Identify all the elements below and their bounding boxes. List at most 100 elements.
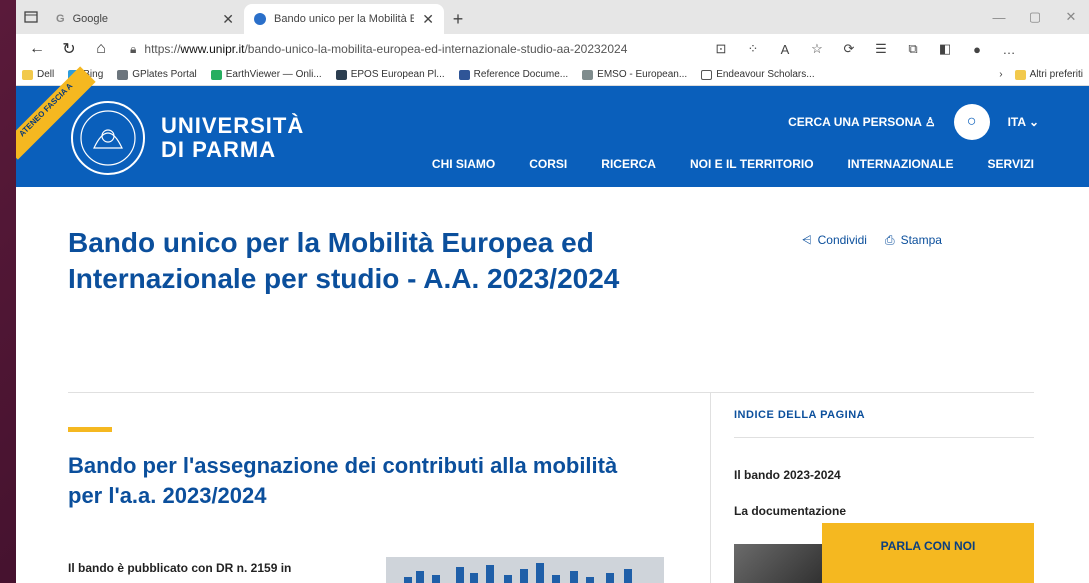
nav-corsi[interactable]: CORSI xyxy=(529,157,567,171)
search-person-link[interactable]: CERCA UNA PERSONA ♙ xyxy=(788,115,935,129)
main-nav: CHI SIAMO CORSI RICERCA NOI E IL TERRITO… xyxy=(432,157,1034,171)
tab-google[interactable]: G Google ✕ xyxy=(46,4,244,34)
url-bar[interactable]: 🔒︎ https://www.unipr.it/bando-unico-la-m… xyxy=(120,36,680,62)
brand-line1: UNIVERSITÀ xyxy=(161,113,305,138)
search-icon[interactable]: ○ xyxy=(953,104,990,140)
back-icon[interactable]: ← xyxy=(24,36,50,62)
language-selector[interactable]: ITA ⌄ xyxy=(1008,115,1039,129)
person-icon: ♙ xyxy=(924,115,936,129)
university-brand[interactable]: UNIVERSITÀ DI PARMA xyxy=(161,114,304,162)
share-label: Condividi xyxy=(817,233,867,247)
divider xyxy=(68,392,1034,393)
print-button[interactable]: ⎙ Stampa xyxy=(885,233,942,248)
side-image xyxy=(734,544,834,583)
home-icon[interactable]: ⌂ xyxy=(88,36,114,62)
refresh-page-icon[interactable]: ⟳ xyxy=(834,36,864,62)
bookmark-reference[interactable]: Reference Docume... xyxy=(458,69,569,80)
vertical-divider xyxy=(710,392,711,583)
bookmark-label: EMSO - European... xyxy=(597,69,688,80)
lock-icon: 🔒︎ xyxy=(130,41,137,56)
print-label: Stampa xyxy=(900,233,942,247)
nav-servizi[interactable]: SERVIZI xyxy=(988,157,1034,171)
favorite-icon[interactable]: ☆ xyxy=(802,36,832,62)
grid-icon[interactable]: ⁘ xyxy=(738,36,768,62)
share-actions: ⩤ Condividi ⎙ Stampa xyxy=(802,233,942,248)
bookmark-label: Endeavour Scholars... xyxy=(716,69,815,80)
google-icon: G xyxy=(56,13,65,25)
bookmark-epos[interactable]: EPOS European Pl... xyxy=(335,69,445,80)
bookmark-gplates[interactable]: GPlates Portal xyxy=(117,69,197,80)
brand-line2: DI PARMA xyxy=(161,137,277,162)
bookmark-endeavour[interactable]: Endeavour Scholars... xyxy=(701,69,815,80)
window-controls: — ▢ ✕ xyxy=(981,0,1089,34)
language-label: ITA xyxy=(1007,115,1026,129)
page-index-heading: INDICE DELLA PAGINA xyxy=(734,409,866,421)
url-prefix: https:// xyxy=(144,42,181,56)
reload-icon[interactable]: ↻ xyxy=(56,36,82,62)
parla-con-noi-button[interactable]: PARLA CON NOI xyxy=(822,523,1034,583)
tab-title: Google xyxy=(72,13,109,25)
bookmark-label: EarthViewer — Onli... xyxy=(225,69,322,80)
tab-bando[interactable]: Bando unico per la Mobilità Euro ✕ xyxy=(244,4,444,34)
extension-icon[interactable]: ◧ xyxy=(930,36,960,62)
site-icon xyxy=(254,13,266,25)
bookmark-earthviewer[interactable]: EarthViewer — Onli... xyxy=(210,69,322,80)
share-button[interactable]: ⩤ Condividi xyxy=(802,233,867,248)
maximize-icon[interactable]: ▢ xyxy=(1017,0,1053,34)
nav-internazionale[interactable]: INTERNAZIONALE xyxy=(848,157,954,171)
page-title: Bando unico per la Mobilità Europea ed I… xyxy=(68,227,620,294)
site-header: ATENEO FASCIA A UNIVERSITÀ DI PARMA CERC… xyxy=(16,66,1089,187)
body-text: Il bando è pubblicato con DR n. 2159 in xyxy=(68,561,292,575)
more-icon[interactable]: … xyxy=(994,36,1024,62)
close-icon[interactable]: ✕ xyxy=(422,11,434,28)
index-item[interactable]: Il bando 2023-2024 xyxy=(734,468,841,482)
epos-icon xyxy=(335,69,347,80)
collections-icon[interactable]: ⧉ xyxy=(898,36,928,62)
read-aloud-icon[interactable]: A xyxy=(770,36,800,62)
nav-chi-siamo[interactable]: CHI SIAMO xyxy=(432,157,495,171)
bookmark-label: Altri preferiti xyxy=(1029,69,1083,80)
gplates-icon xyxy=(117,69,129,80)
browser-window: G Google ✕ Bando unico per la Mobilità E… xyxy=(16,0,1089,583)
reference-icon xyxy=(458,69,470,80)
bookmark-dell[interactable]: Dell xyxy=(22,69,54,80)
favorites-list-icon[interactable]: ☰ xyxy=(866,36,896,62)
university-seal-icon xyxy=(71,101,145,175)
section-title: Bando per l'assegnazione dei contributi … xyxy=(68,453,618,508)
app-icon[interactable]: ⊡ xyxy=(706,36,736,62)
close-window-icon[interactable]: ✕ xyxy=(1053,0,1089,34)
bookmarks-bar: Dell Bing GPlates Portal EarthViewer — O… xyxy=(16,64,1089,86)
tab-strip: G Google ✕ Bando unico per la Mobilità E… xyxy=(16,0,1089,34)
new-tab-button[interactable]: + xyxy=(444,4,472,34)
bookmark-label: GPlates Portal xyxy=(132,69,197,80)
toolbar-icons: ⊡ ⁘ A ☆ ⟳ ☰ ⧉ ◧ ● … xyxy=(706,36,1024,62)
index-item[interactable]: La documentazione xyxy=(734,504,846,518)
nav-ricerca[interactable]: RICERCA xyxy=(601,157,656,171)
chevron-down-icon: ⌄ xyxy=(1028,115,1039,129)
nav-territorio[interactable]: NOI E IL TERRITORIO xyxy=(690,157,814,171)
close-icon[interactable]: ✕ xyxy=(222,11,234,28)
emso-icon xyxy=(582,69,594,80)
url-text: https://www.unipr.it/bando-unico-la-mobi… xyxy=(144,42,627,56)
skyline-image xyxy=(386,557,664,583)
minimize-icon[interactable]: — xyxy=(981,0,1017,34)
bookmark-emso[interactable]: EMSO - European... xyxy=(582,69,687,80)
page-content: Bando unico per la Mobilità Europea ed I… xyxy=(16,187,1089,583)
url-path: /bando-unico-la-mobilita-europea-ed-inte… xyxy=(244,42,628,56)
tab-title: Bando unico per la Mobilità Euro xyxy=(274,13,415,25)
bookmark-other[interactable]: Altri preferiti xyxy=(1014,69,1083,80)
search-person-label: CERCA UNA PERSONA xyxy=(788,115,922,129)
profile-icon[interactable]: ● xyxy=(962,36,992,62)
address-toolbar: ← ↻ ⌂ 🔒︎ https://www.unipr.it/bando-unic… xyxy=(16,34,1089,64)
header-top-links: CERCA UNA PERSONA ♙ ○ ITA ⌄ xyxy=(788,104,1039,140)
bookmark-label: Reference Docume... xyxy=(473,69,569,80)
share-icon: ⩤ xyxy=(802,233,812,247)
print-icon: ⎙ xyxy=(884,233,895,247)
tab-actions-icon[interactable] xyxy=(16,0,46,34)
earthviewer-icon xyxy=(210,69,222,80)
folder-icon xyxy=(1014,69,1026,80)
divider xyxy=(734,437,1034,438)
chevron-right-icon[interactable]: › xyxy=(999,69,1002,80)
bookmark-label: EPOS European Pl... xyxy=(350,69,445,80)
url-domain: www.unipr.it xyxy=(180,42,245,56)
